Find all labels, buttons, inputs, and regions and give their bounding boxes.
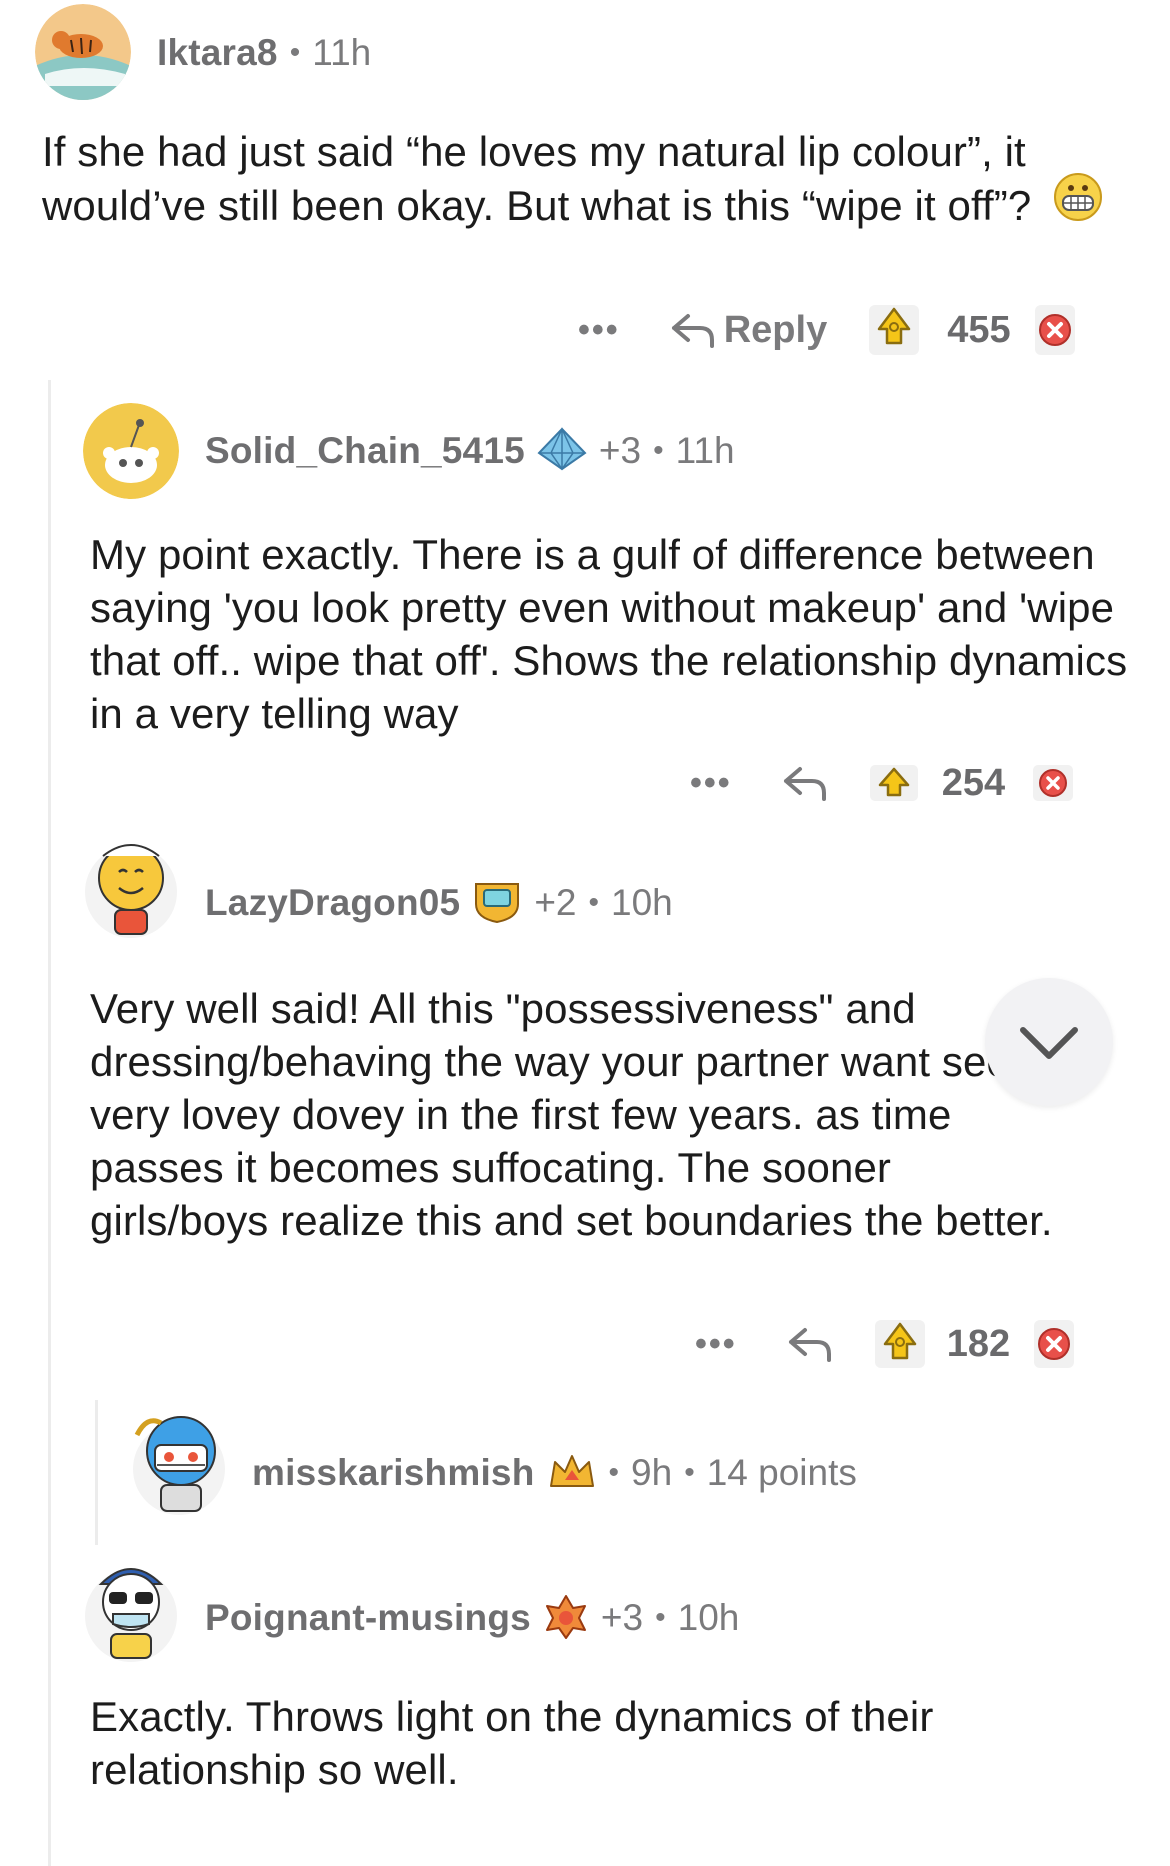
score: 455 [947, 308, 1011, 351]
more-options-button[interactable]: ••• [578, 311, 620, 350]
chevron-down-icon [1020, 1027, 1078, 1059]
karma-count: +3 [600, 1597, 644, 1638]
separator-dot: • [289, 36, 301, 69]
comment-body: Exactly. Throws light on the dynamics of… [90, 1693, 934, 1793]
username[interactable]: Iktara8 [157, 32, 278, 74]
separator-dot: • [684, 1456, 695, 1489]
grimacing-face-emoji [1053, 172, 1103, 234]
avatar-sunglasses-character-image [85, 1568, 177, 1662]
timestamp: 10h [677, 1597, 740, 1638]
avatar[interactable] [127, 1405, 227, 1517]
reply-label: Reply [723, 308, 828, 351]
karma-count: +3 [598, 430, 642, 471]
comment-body: If she had just said “he loves my natura… [42, 125, 1132, 240]
thread-line-level-2[interactable] [95, 1400, 98, 1545]
avatar-tiger-character-image [85, 844, 177, 938]
avatar[interactable] [83, 1550, 179, 1662]
award-upvote-icon [869, 305, 920, 355]
avatar-tiger-image [35, 4, 131, 100]
reply-button[interactable] [787, 1324, 833, 1364]
upvote-button[interactable] [869, 305, 920, 355]
avatar[interactable] [83, 403, 179, 499]
downvote-icon [1034, 305, 1075, 355]
downvote-icon [1034, 1320, 1075, 1368]
username[interactable]: Poignant-musings [205, 1597, 531, 1639]
more-options-button[interactable]: ••• [695, 1325, 737, 1364]
award-upvote-icon [874, 1320, 925, 1368]
separator-dot: • [588, 886, 600, 919]
comment-body: My point exactly. There is a gulf of dif… [90, 531, 1128, 737]
avatar-helmet-character-image [133, 1416, 225, 1515]
more-options-button[interactable]: ••• [690, 764, 732, 803]
points: 14 points [706, 1452, 857, 1493]
crystal-flair-icon [537, 426, 587, 476]
avatar[interactable] [83, 830, 179, 940]
reply-button[interactable] [782, 763, 828, 803]
timestamp: 11h [675, 430, 735, 471]
username[interactable]: Solid_Chain_5415 [205, 430, 525, 472]
crown-flair-icon [547, 1450, 597, 1497]
reply-arrow-icon [671, 314, 714, 348]
timestamp: 11h [312, 32, 372, 73]
upvote-button[interactable] [874, 1320, 925, 1368]
separator-dot: • [655, 1601, 666, 1634]
reply-arrow-icon [783, 767, 826, 801]
downvote-button[interactable] [1034, 305, 1075, 355]
avatar-snoo-image [83, 403, 179, 499]
username[interactable]: misskarishmish [252, 1452, 535, 1494]
downvote-button[interactable] [1034, 1320, 1075, 1368]
comment-body: Very well said! All this "possessiveness… [90, 985, 1053, 1244]
avatar[interactable] [35, 4, 131, 100]
collapse-thread-button[interactable] [985, 978, 1113, 1106]
shield-flair-icon [472, 878, 522, 929]
karma-count: +2 [534, 882, 577, 923]
username[interactable]: LazyDragon05 [205, 882, 460, 924]
score: 182 [946, 1322, 1011, 1365]
thread-line-level-1[interactable] [48, 380, 51, 1866]
separator-dot: • [608, 1456, 620, 1489]
timestamp: 9h [631, 1452, 673, 1493]
timestamp: 10h [611, 882, 673, 923]
reply-arrow-icon [788, 1328, 831, 1362]
downvote-button[interactable] [1033, 765, 1074, 801]
award-upvote-icon [869, 765, 918, 801]
score: 254 [941, 761, 1006, 804]
separator-dot: • [653, 434, 664, 467]
downvote-icon [1033, 765, 1074, 801]
upvote-button[interactable] [869, 765, 918, 801]
flower-flair-icon [543, 1592, 589, 1645]
reply-button[interactable]: Reply [670, 309, 827, 352]
